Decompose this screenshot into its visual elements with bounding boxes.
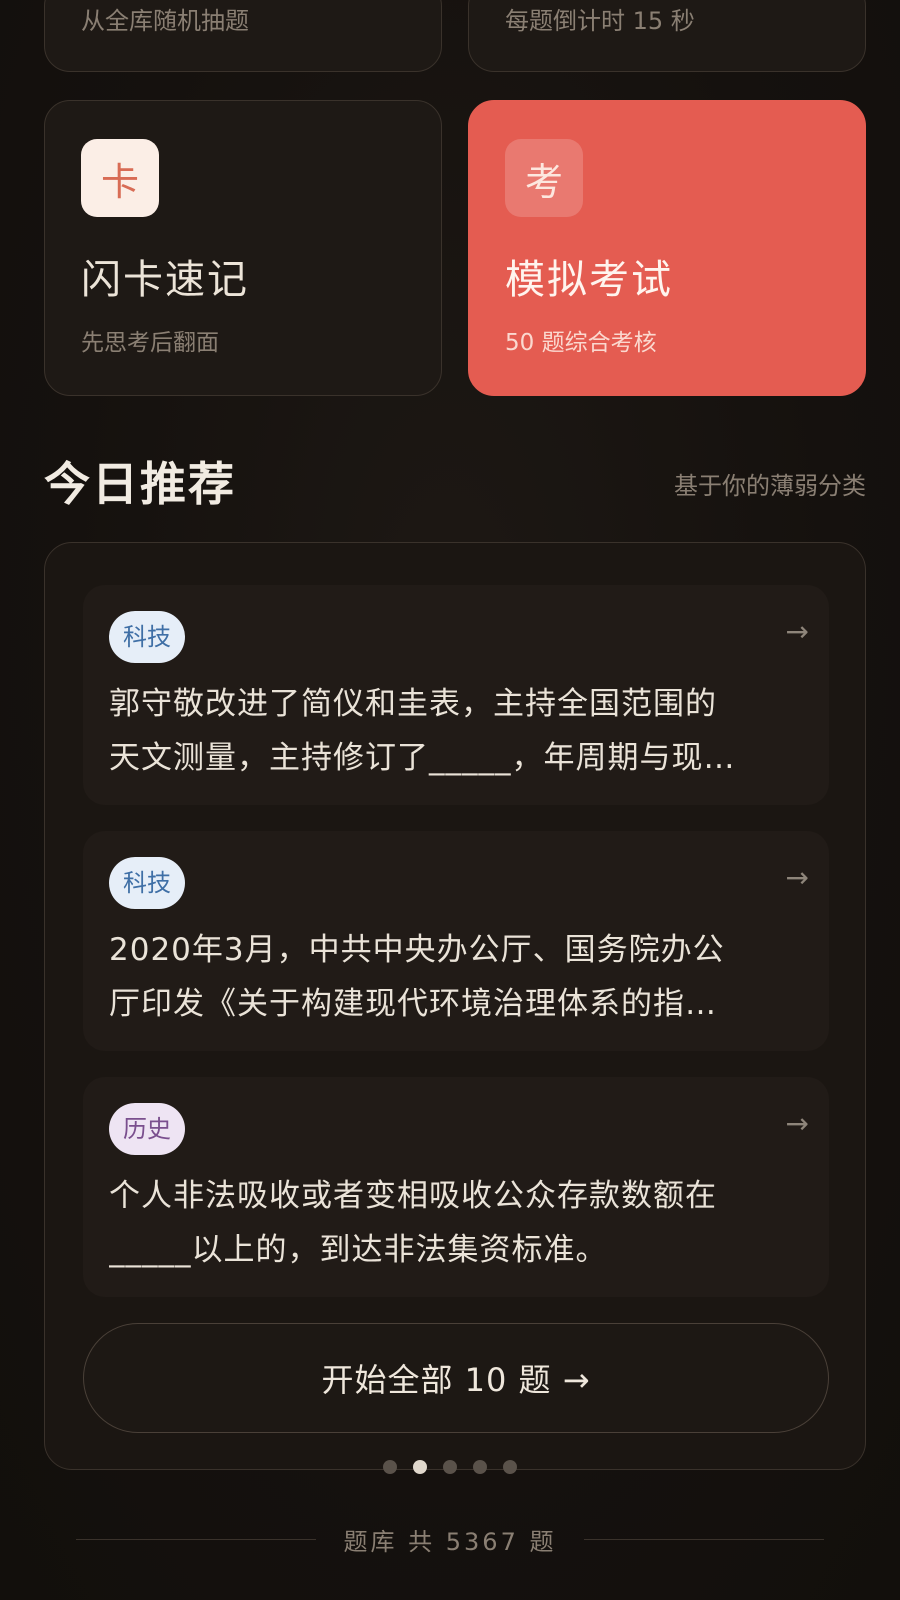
flashcard-icon: 卡 xyxy=(81,139,159,217)
mock-exam-subtitle: 50 题综合考核 xyxy=(505,330,657,356)
pager-dot[interactable] xyxy=(443,1460,457,1474)
pager-dots xyxy=(0,1460,900,1474)
question-bank-count: 题库 共 5367 题 xyxy=(343,1528,557,1556)
mock-exam-mode-card[interactable]: 考 模拟考试 50 题综合考核 xyxy=(468,100,866,396)
divider xyxy=(75,1539,316,1540)
question-card[interactable]: 科技 → 郭守敬改进了简仪和圭表，主持全国范围的 天文测量，主持修订了_____… xyxy=(83,585,829,805)
category-tag: 科技 xyxy=(109,857,185,909)
recommend-section-title: 今日推荐 xyxy=(44,457,236,511)
recommend-panel: 科技 → 郭守敬改进了简仪和圭表，主持全国范围的 天文测量，主持修订了_____… xyxy=(44,542,866,1470)
category-tag: 科技 xyxy=(109,611,185,663)
question-line: 2020年3月，中共中央办公厅、国务院办公 xyxy=(109,932,725,968)
question-line: 厅印发《关于构建现代环境治理体系的指… xyxy=(109,986,717,1022)
question-line: 郭守敬改进了简仪和圭表，主持全国范围的 xyxy=(109,686,717,722)
pager-dot-active[interactable] xyxy=(413,1460,427,1474)
question-card[interactable]: 历史 → 个人非法吸收或者变相吸收公众存款数额在 _____以上的，到达非法集资… xyxy=(83,1077,829,1297)
pager-dot[interactable] xyxy=(473,1460,487,1474)
exam-icon: 考 xyxy=(505,139,583,217)
arrow-right-icon: → xyxy=(785,861,809,894)
divider xyxy=(584,1539,825,1540)
flashcard-subtitle: 先思考后翻面 xyxy=(81,330,219,356)
timed-mode-card[interactable]: 每题倒计时 15 秒 xyxy=(468,0,866,72)
question-text: 2020年3月，中共中央办公厅、国务院办公 厅印发《关于构建现代环境治理体系的指… xyxy=(109,923,799,1031)
pager-dot[interactable] xyxy=(383,1460,397,1474)
category-tag: 历史 xyxy=(109,1103,185,1155)
flashcard-mode-card[interactable]: 卡 闪卡速记 先思考后翻面 xyxy=(44,100,442,396)
question-line: _____以上的，到达非法集资标准。 xyxy=(109,1232,608,1268)
start-all-button[interactable]: 开始全部 10 题 → xyxy=(83,1323,829,1433)
question-card[interactable]: 科技 → 2020年3月，中共中央办公厅、国务院办公 厅印发《关于构建现代环境治… xyxy=(83,831,829,1051)
recommend-section-hint: 基于你的薄弱分类 xyxy=(674,472,866,500)
question-text: 郭守敬改进了简仪和圭表，主持全国范围的 天文测量，主持修订了_____，年周期与… xyxy=(109,677,799,785)
random-mode-subtitle: 从全库随机抽题 xyxy=(81,7,249,35)
pager-dot[interactable] xyxy=(503,1460,517,1474)
arrow-right-icon: → xyxy=(785,615,809,648)
question-line: 天文测量，主持修订了_____，年周期与现… xyxy=(109,740,736,776)
flashcard-title: 闪卡速记 xyxy=(81,257,249,303)
timed-mode-subtitle: 每题倒计时 15 秒 xyxy=(505,7,695,35)
arrow-right-icon: → xyxy=(785,1107,809,1140)
question-text: 个人非法吸收或者变相吸收公众存款数额在 _____以上的，到达非法集资标准。 xyxy=(109,1169,799,1277)
mock-exam-title: 模拟考试 xyxy=(505,257,673,303)
question-line: 个人非法吸收或者变相吸收公众存款数额在 xyxy=(109,1178,717,1214)
random-mode-card[interactable]: 从全库随机抽题 xyxy=(44,0,442,72)
footer: 题库 共 5367 题 xyxy=(0,1522,900,1557)
